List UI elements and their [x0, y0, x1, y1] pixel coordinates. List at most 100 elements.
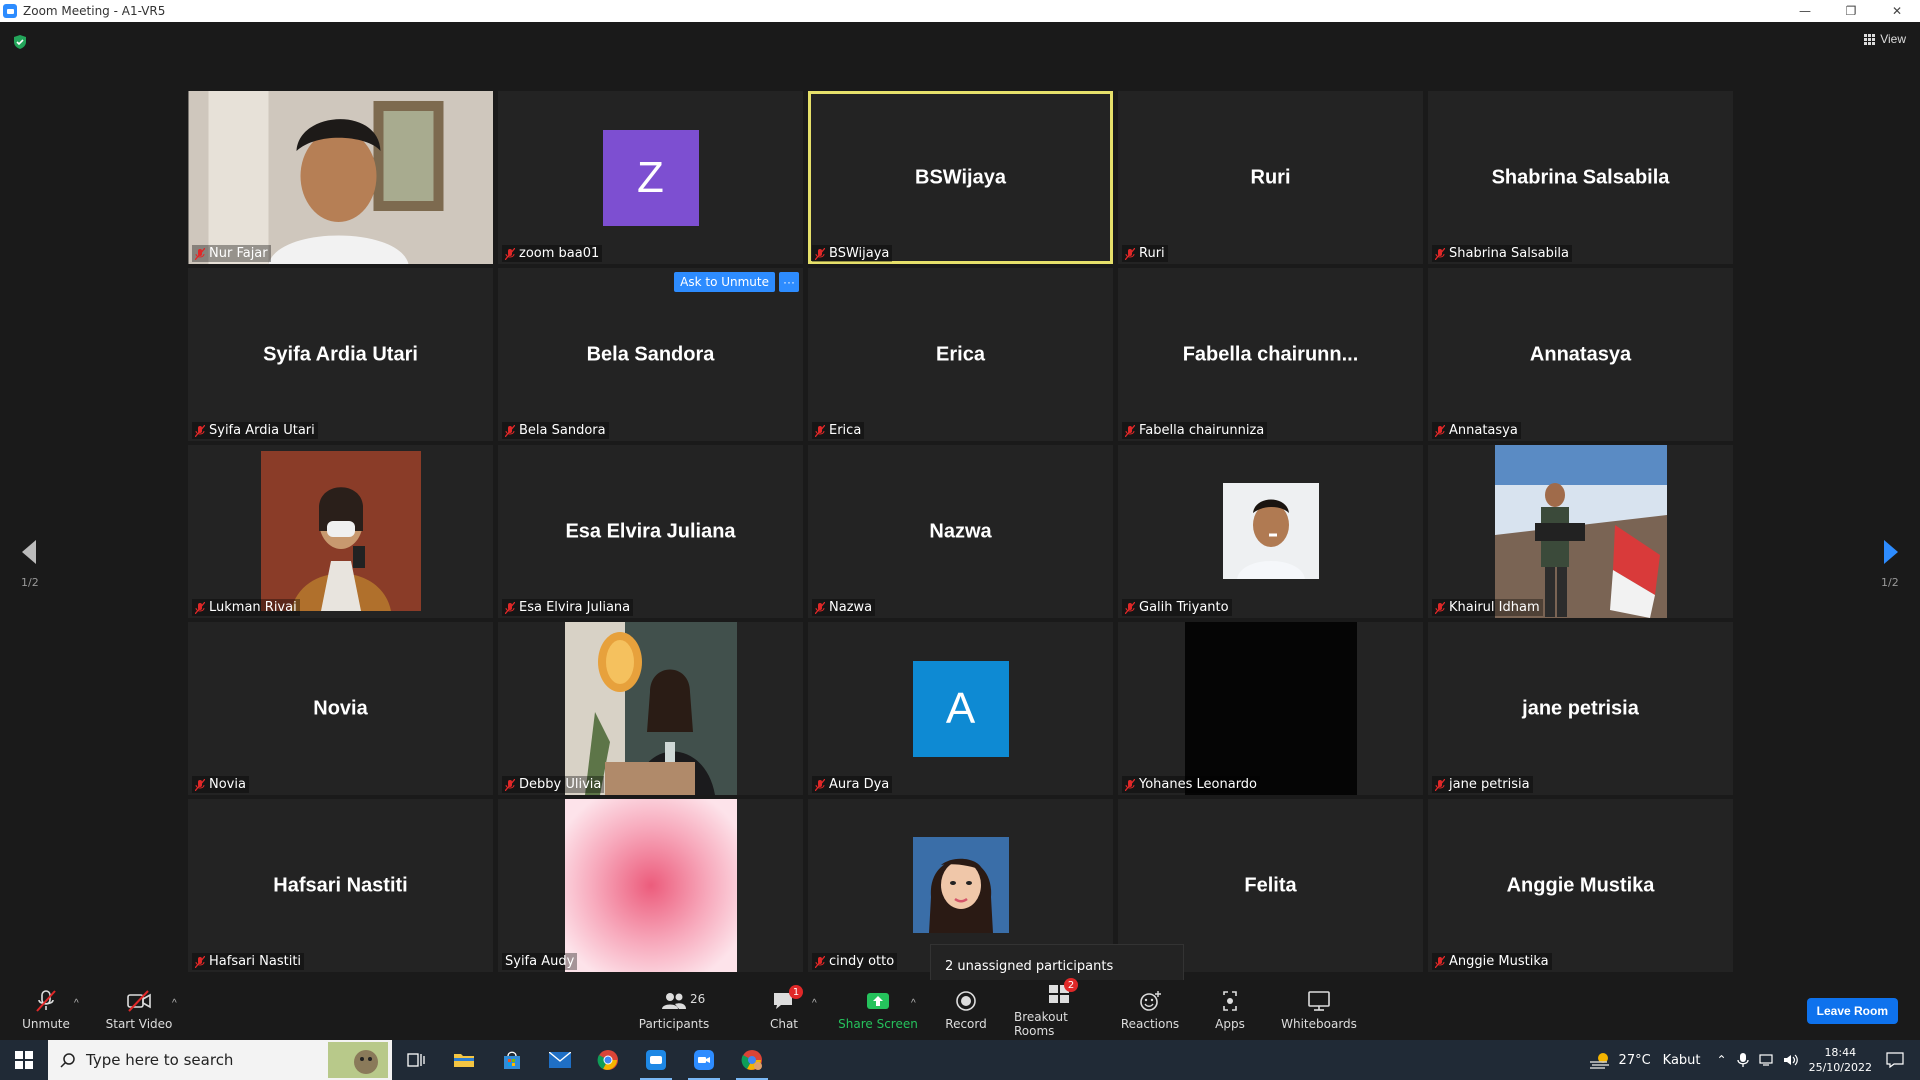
participant-profile-photo: [1222, 483, 1319, 579]
restore-icon[interactable]: ❐: [1828, 0, 1874, 22]
volume-icon[interactable]: [1783, 1053, 1799, 1067]
participant-tile[interactable]: Erica Erica: [808, 268, 1113, 441]
show-hidden-icons-chevron-icon[interactable]: ⌃: [1717, 1053, 1727, 1067]
microphone-tray-icon[interactable]: [1736, 1052, 1749, 1068]
share-screen-button[interactable]: Share Screen: [838, 980, 918, 1040]
video-off-icon: [127, 990, 151, 1012]
file-explorer-button[interactable]: [440, 1040, 488, 1080]
participant-tile[interactable]: Bela Sandora Ask to Unmute ··· Bela Sandora: [498, 268, 803, 441]
unmute-button[interactable]: Unmute: [16, 980, 76, 1040]
messenger-app-button[interactable]: [632, 1040, 680, 1080]
chat-options-caret-icon[interactable]: ^: [812, 998, 817, 1009]
participant-name: Esa Elvira Juliana: [519, 600, 631, 615]
participant-name-label: jane petrisia: [1432, 776, 1533, 793]
participants-button[interactable]: 26 Participants: [636, 980, 712, 1040]
minimize-icon[interactable]: —: [1782, 0, 1828, 22]
task-view-icon: [407, 1053, 425, 1067]
clock-time: 18:44: [1824, 1046, 1857, 1059]
weather-description[interactable]: Kabut: [1663, 1053, 1701, 1068]
apps-button[interactable]: Apps: [1208, 980, 1252, 1040]
chrome-profile-button[interactable]: [728, 1040, 776, 1080]
muted-mic-icon: [1124, 424, 1136, 437]
muted-mic-icon: [194, 601, 206, 614]
participant-tile[interactable]: Syifa Audy: [498, 799, 803, 972]
chat-button[interactable]: 1 Chat: [764, 980, 804, 1040]
muted-mic-icon: [1124, 247, 1136, 260]
muted-mic-icon: [1124, 601, 1136, 614]
previous-page-arrow-icon[interactable]: [18, 532, 40, 572]
participant-tile[interactable]: Nur Fajar: [188, 91, 493, 264]
participant-tile[interactable]: Nazwa Nazwa: [808, 445, 1113, 618]
participant-name-label: BSWijaya: [812, 245, 893, 262]
participant-tile[interactable]: Novia Novia: [188, 622, 493, 795]
mail-button[interactable]: [536, 1040, 584, 1080]
participant-tile[interactable]: Yohanes Leonardo: [1118, 622, 1423, 795]
participant-tile[interactable]: Debby Ulivia: [498, 622, 803, 795]
participant-name-label: Ruri: [1122, 245, 1168, 262]
muted-mic-icon: [1434, 601, 1446, 614]
task-view-button[interactable]: [392, 1040, 440, 1080]
participant-name-label: Annatasya: [1432, 422, 1521, 439]
microsoft-store-button[interactable]: [488, 1040, 536, 1080]
start-video-button[interactable]: Start Video: [104, 980, 174, 1040]
participant-display-name: Syifa Ardia Utari: [263, 343, 418, 365]
participant-tile[interactable]: Shabrina Salsabila Shabrina Salsabila: [1428, 91, 1733, 264]
breakout-rooms-button[interactable]: 2 Breakout Rooms: [1014, 978, 1104, 1040]
more-options-button[interactable]: ···: [779, 272, 799, 292]
messenger-icon: [646, 1050, 666, 1070]
participant-tile[interactable]: BSWijaya BSWijaya: [808, 91, 1113, 264]
participant-display-name: Annatasya: [1529, 343, 1632, 365]
participant-display-name: Shabrina Salsabila: [1491, 166, 1670, 188]
share-options-caret-icon[interactable]: ^: [911, 998, 916, 1009]
participant-tile[interactable]: Anggie Mustika Anggie Mustika: [1428, 799, 1733, 972]
video-options-caret-icon[interactable]: ^: [172, 998, 177, 1009]
participant-name: Lukman Rivai: [209, 600, 297, 615]
participant-name: cindy otto: [829, 954, 895, 969]
participant-display-name: Nazwa: [929, 520, 992, 542]
participant-name-label: Fabella chairunniza: [1122, 422, 1268, 439]
zoom-taskbar-button[interactable]: [680, 1040, 728, 1080]
chat-icon-wrap: 1: [771, 985, 803, 1013]
participant-tile[interactable]: jane petrisia jane petrisia: [1428, 622, 1733, 795]
audio-options-caret-icon[interactable]: ^: [74, 998, 79, 1009]
close-icon[interactable]: ✕: [1874, 0, 1920, 22]
chrome-button[interactable]: [584, 1040, 632, 1080]
participant-name-label: Novia: [192, 776, 249, 793]
participant-tile[interactable]: Annatasya Annatasya: [1428, 268, 1733, 441]
next-page-arrow-icon[interactable]: [1880, 532, 1902, 572]
participant-name-label: Anggie Mustika: [1432, 953, 1552, 970]
participant-tile[interactable]: Khairul Idham: [1428, 445, 1733, 618]
participant-tile[interactable]: Ruri Ruri: [1118, 91, 1423, 264]
muted-mic-icon: [504, 601, 516, 614]
ask-to-unmute-button[interactable]: Ask to Unmute: [674, 272, 775, 292]
taskbar-search-box[interactable]: Type here to search: [48, 1040, 392, 1080]
reactions-button[interactable]: Reactions: [1120, 980, 1180, 1040]
participant-name: Hafsari Nastiti: [209, 954, 302, 969]
notification-center-icon[interactable]: [1886, 1052, 1904, 1068]
leave-room-button[interactable]: Leave Room: [1806, 998, 1898, 1024]
windows-start-button[interactable]: [0, 1040, 48, 1080]
participant-tile[interactable]: Fabella chairunn... Fabella chairunniza: [1118, 268, 1423, 441]
whiteboards-button[interactable]: Whiteboards: [1281, 980, 1357, 1040]
participant-tile[interactable]: Galih Triyanto: [1118, 445, 1423, 618]
participant-tile[interactable]: Esa Elvira Juliana Esa Elvira Juliana: [498, 445, 803, 618]
network-icon[interactable]: [1758, 1053, 1775, 1067]
participant-tile[interactable]: Syifa Ardia Utari Syifa Ardia Utari: [188, 268, 493, 441]
participant-display-name: Esa Elvira Juliana: [565, 520, 736, 542]
participant-tile[interactable]: Zzoom baa01: [498, 91, 803, 264]
participant-tile[interactable]: Hafsari Nastiti Hafsari Nastiti: [188, 799, 493, 972]
encryption-shield-icon[interactable]: [12, 34, 28, 50]
muted-mic-icon: [1434, 247, 1446, 260]
record-button[interactable]: Record: [940, 980, 992, 1040]
participants-count: 26: [690, 992, 706, 1006]
right-page-indicator: 1/2: [1881, 576, 1899, 589]
participant-profile-photo: [564, 799, 737, 972]
view-button[interactable]: View: [1864, 32, 1906, 46]
reactions-label: Reactions: [1120, 1017, 1180, 1031]
participant-tile[interactable]: Lukman Rivai: [188, 445, 493, 618]
start-video-label: Start Video: [105, 1017, 173, 1031]
system-clock[interactable]: 18:44 25/10/2022: [1809, 1045, 1872, 1075]
participant-tile[interactable]: A Aura Dya: [808, 622, 1113, 795]
participant-profile-photo: [912, 837, 1009, 933]
participant-name: Anggie Mustika: [1449, 954, 1549, 969]
